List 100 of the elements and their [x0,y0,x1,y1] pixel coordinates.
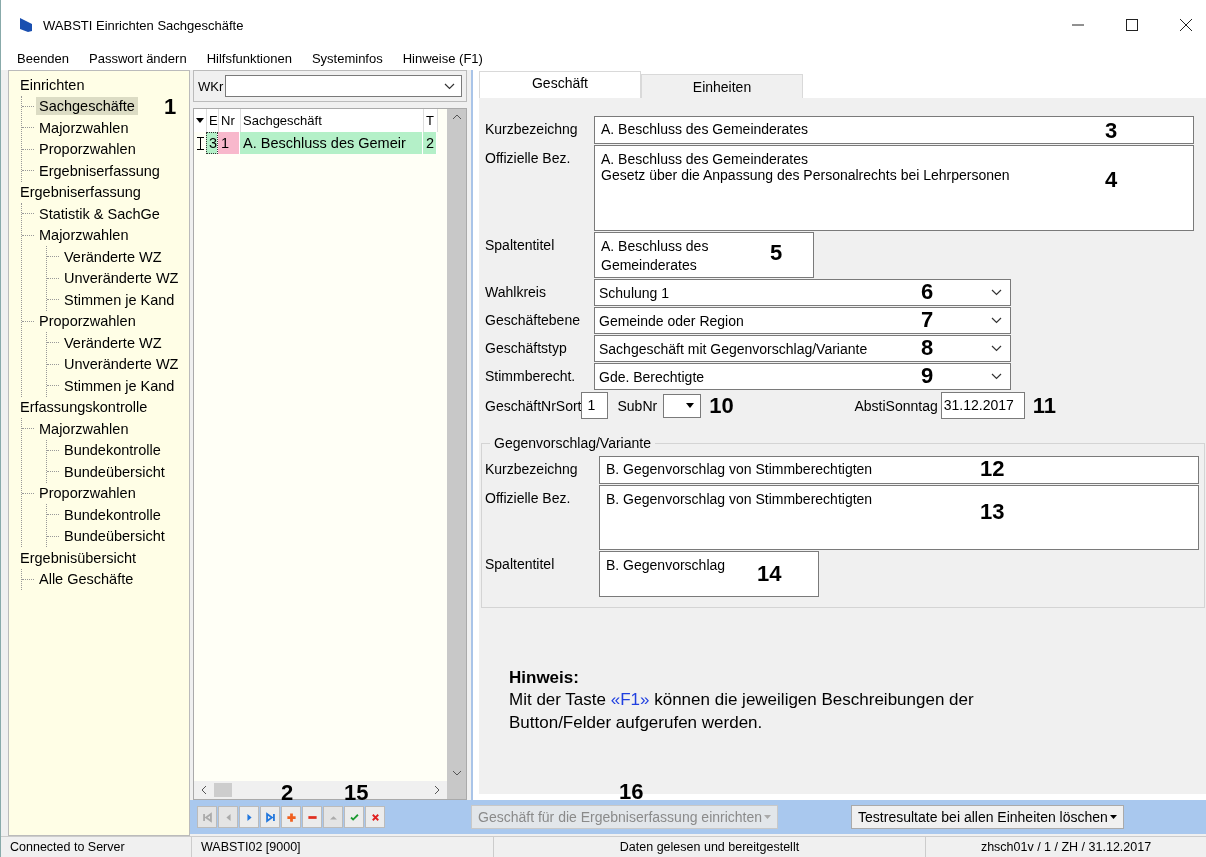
field-label: SubNr [617,397,658,414]
field-label: Geschäftebene [485,311,581,328]
field-label: Spaltentitel [485,555,556,572]
toolbar-button[interactable] [365,806,385,828]
callout-number: 15 [344,780,369,806]
field-label: Offizielle Bez. [485,489,572,506]
callout-number: 8 [921,335,934,361]
tree-item[interactable]: Proporzwahlen [36,312,139,331]
callout-number: 7 [921,307,934,333]
callout-number: 12 [980,456,1005,482]
caret-down-icon [1109,815,1117,819]
toolbar-button[interactable] [302,806,322,828]
callout-number: 4 [1105,167,1118,193]
column-header[interactable]: T [424,109,438,132]
callout-number: 16 [619,779,644,805]
tree-item[interactable]: Unveränderte WZ [61,269,182,288]
tree-item[interactable]: Majorzwahlen [36,118,132,137]
tree-item[interactable]: Bundeübersicht [61,462,168,481]
tree-item[interactable]: Ergebniserfassung [36,161,163,180]
menu-item[interactable]: Hinweise (F1) [402,50,483,66]
callout-number: 14 [757,561,782,587]
table-cell[interactable]: 2 [423,132,437,154]
maximize-icon[interactable] [1126,19,1138,31]
chevron-down-icon [991,373,1002,380]
menu-item[interactable]: Hilfsfunktionen [206,50,292,66]
tree-item[interactable]: Majorzwahlen [36,419,132,438]
column-header[interactable] [194,109,207,132]
menu-item[interactable]: Passwort ändern [89,50,187,66]
dropdown[interactable] [663,393,702,418]
tree-item[interactable]: Sachgeschäfte [36,97,138,116]
column-header[interactable]: Sachgeschäft [241,109,424,132]
toolbar-button[interactable] [281,806,301,828]
hint-text: Mit der Taste «F1» können die jeweiligen Beschreibungen der Button/Felder aufgerufen werden. [509,689,975,734]
menu-item[interactable]: Beenden [17,50,70,66]
tree-item[interactable]: Ergebnisübersicht [17,548,140,567]
callout-number: 6 [921,279,934,305]
field-label: AbstiSonntag [854,397,938,414]
tree-item[interactable]: Unveränderte WZ [61,355,182,374]
menu-item[interactable]: Systeminfos [311,50,383,66]
status-text: WABSTI02 [9000] [192,837,494,857]
window-title: WABSTI Einrichten Sachgeschäfte [43,17,244,33]
tree-item[interactable]: Veränderte WZ [61,247,165,266]
column-header[interactable]: Nr [219,109,241,132]
callout-number: 5 [770,240,783,266]
hint-title: Hinweis: [509,668,580,688]
plus-icon [285,811,297,823]
chevron-down-icon [991,345,1002,352]
tree-item[interactable]: Proporzwahlen [36,140,139,159]
scroll-down-icon[interactable] [451,769,462,777]
date-field[interactable]: 31.12.2017 [940,392,1025,419]
tree-item[interactable]: Bundekontrolle [61,505,164,524]
tree-item[interactable]: Bundekontrolle [61,441,164,460]
scroll-up-icon[interactable] [451,113,462,121]
callout-number: 2 [281,780,294,806]
horizontal-scrollbar[interactable] [194,781,447,799]
tree-item[interactable]: Proporzwahlen [36,484,139,503]
skip-last-icon [264,811,276,823]
tree-item[interactable]: Ergebniserfassung [17,183,144,202]
field-label: Kurzbezeichng [485,120,579,137]
scroll-thumb[interactable] [214,783,232,797]
number-field[interactable]: 1 [581,392,609,419]
table-cell[interactable]: 1 [218,132,240,154]
filter-dropdown[interactable] [225,75,462,97]
skip-first-icon [201,811,213,823]
tree-item[interactable]: Statistik & SachGe [36,204,163,223]
close-icon[interactable] [1180,19,1192,31]
toolbar-button[interactable] [344,806,364,828]
scroll-right-icon[interactable] [433,785,441,795]
tree-item[interactable]: Erfassungskontrolle [17,398,151,417]
scroll-left-icon[interactable] [200,785,208,795]
filter-label: WKr [198,78,224,94]
chevron-down-icon [991,317,1002,324]
tree-item[interactable]: Stimmen je Kand [61,290,178,309]
table-cell[interactable]: A. Beschluss des Gemeir [240,132,423,154]
tree-item[interactable]: Majorzwahlen [36,226,132,245]
field-label: Spaltentitel [485,236,556,253]
column-header[interactable]: E [207,109,219,132]
app-logo-icon [19,17,33,33]
close-icon [369,811,381,823]
caret-down-icon [686,403,695,408]
field-label: Geschäftstyp [485,339,568,356]
caret-down-icon [764,815,772,819]
toolbar-button[interactable] [239,806,259,828]
status-text: zhsch01v / 1 / ZH / 31.12.2017 [979,839,1153,856]
callout-number: 13 [980,499,1005,525]
vertical-scrollbar[interactable] [447,109,466,799]
action-button[interactable]: Testresultate bei allen Einheiten löschen [851,805,1124,829]
tab[interactable]: Einheiten [641,74,803,98]
group-title: Gegenvorschlag/Variante [490,435,655,451]
tree-item[interactable]: Stimmen je Kand [61,376,178,395]
tab[interactable]: Geschäft [479,71,641,98]
toolbar-button[interactable] [260,806,280,828]
tree-item[interactable]: Bundeübersicht [61,527,168,546]
tree-item[interactable]: Alle Geschäfte [36,570,137,589]
callout-number: 10 [709,392,734,419]
tree-item[interactable]: Veränderte WZ [61,333,165,352]
table-cell[interactable]: 3 [206,132,218,154]
field-label: Stimmberecht. [485,367,577,384]
field-label: GeschäftNrSort [485,397,582,414]
tree-item[interactable]: Einrichten [17,75,88,94]
